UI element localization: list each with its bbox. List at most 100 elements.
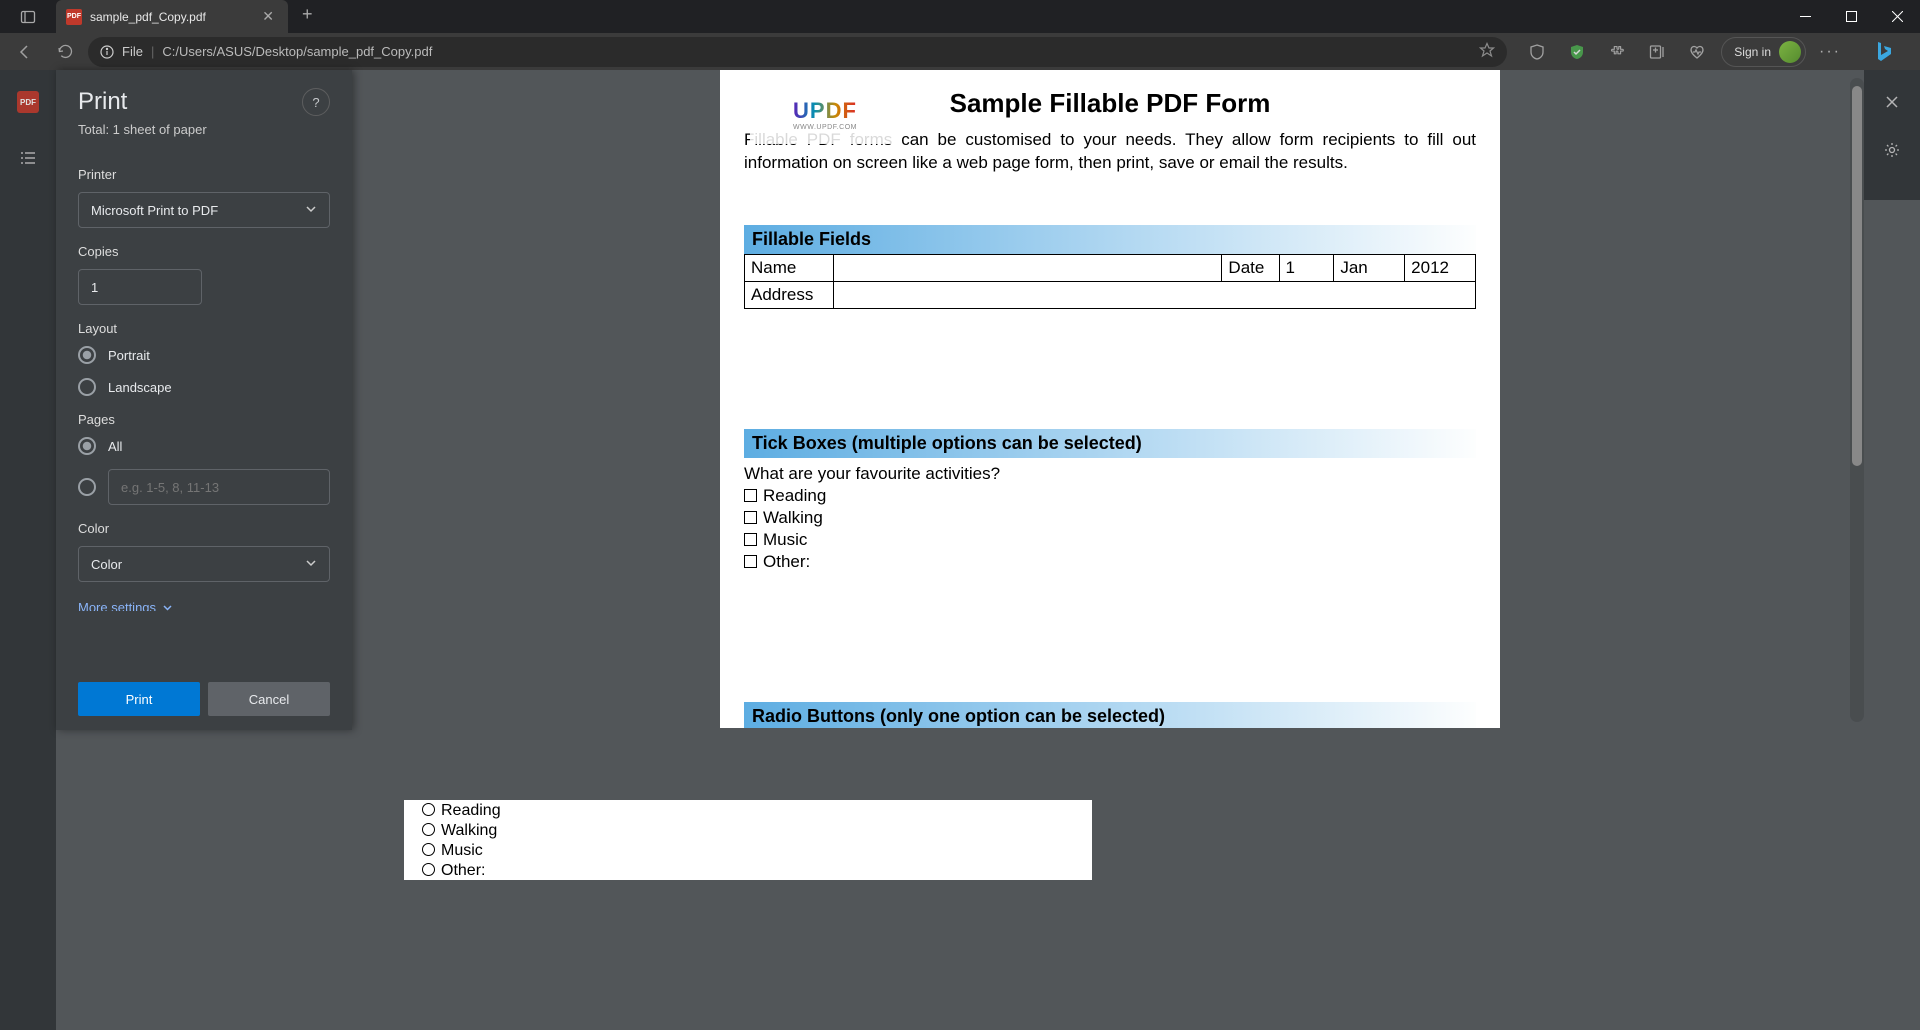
- close-icon[interactable]: [1878, 88, 1906, 116]
- site-info-icon[interactable]: [100, 45, 114, 59]
- toolbar-icons: Sign in ···: [1513, 31, 1912, 73]
- more-settings-toggle[interactable]: More settings: [78, 600, 330, 611]
- browser-tab[interactable]: PDF sample_pdf_Copy.pdf ✕: [56, 0, 288, 33]
- pdf-left-strip: PDF: [0, 70, 56, 1030]
- layout-portrait-radio[interactable]: Portrait: [78, 346, 330, 364]
- tab-close-button[interactable]: ✕: [258, 6, 278, 27]
- extensions-icon[interactable]: [1601, 36, 1633, 68]
- print-footer: Print Cancel: [78, 682, 330, 716]
- date-month-field[interactable]: Jan: [1334, 254, 1405, 281]
- checkbox-icon: [744, 555, 757, 568]
- main-area: PDF Print ? Total: 1 sheet of paper Prin…: [0, 70, 1920, 1030]
- bing-sidebar-icon[interactable]: [1862, 31, 1904, 73]
- radio-icon: [422, 843, 435, 856]
- adblock-shield-icon[interactable]: [1561, 36, 1593, 68]
- tracking-shield-icon[interactable]: [1521, 36, 1553, 68]
- radio-option-reading-overflow[interactable]: Reading: [422, 802, 1074, 820]
- radio-icon: [422, 823, 435, 836]
- page-preview-viewport[interactable]: UPDF WWW.UPDF.COM Sample Fillable PDF Fo…: [356, 70, 1864, 730]
- avatar-icon: [1779, 41, 1801, 63]
- color-select[interactable]: Color: [78, 546, 330, 582]
- radio-icon: [422, 863, 435, 876]
- print-button[interactable]: Print: [78, 682, 200, 716]
- window-controls: [1782, 0, 1920, 33]
- tick-option-walking[interactable]: Walking: [744, 508, 1476, 528]
- pages-label: Pages: [78, 412, 330, 427]
- name-field[interactable]: [834, 254, 1222, 281]
- layout-landscape-radio[interactable]: Landscape: [78, 378, 330, 396]
- fillable-table: Name Date 1 Jan 2012 Address: [744, 254, 1476, 309]
- cancel-button[interactable]: Cancel: [208, 682, 330, 716]
- updf-watermark: UPDF WWW.UPDF.COM: [750, 84, 900, 144]
- address-bar: File | C:/Users/ASUS/Desktop/sample_pdf_…: [0, 33, 1920, 70]
- tick-question: What are your favourite activities?: [744, 464, 1476, 484]
- date-day-field[interactable]: 1: [1279, 254, 1334, 281]
- copies-input[interactable]: [78, 269, 202, 305]
- minimize-button[interactable]: [1782, 0, 1828, 33]
- printer-label: Printer: [78, 167, 330, 182]
- checkbox-icon: [744, 489, 757, 502]
- tick-option-other[interactable]: Other:: [744, 552, 1476, 572]
- address-field[interactable]: [834, 281, 1476, 308]
- help-button[interactable]: ?: [302, 88, 330, 116]
- checkbox-icon: [744, 511, 757, 524]
- browser-titlebar: PDF sample_pdf_Copy.pdf ✕ +: [0, 0, 1920, 33]
- name-label: Name: [745, 254, 834, 281]
- radio-icon: [422, 803, 435, 816]
- chevron-down-icon: [305, 557, 317, 572]
- color-value: Color: [91, 557, 122, 572]
- section-fillable-header: Fillable Fields: [744, 225, 1476, 254]
- back-button[interactable]: [8, 36, 42, 68]
- date-year-field[interactable]: 2012: [1405, 254, 1476, 281]
- pages-range-input[interactable]: [108, 469, 330, 505]
- print-title: Print: [78, 88, 127, 116]
- print-dialog: Print ? Total: 1 sheet of paper Printer …: [56, 70, 352, 730]
- printer-select[interactable]: Microsoft Print to PDF: [78, 192, 330, 228]
- address-label: Address: [745, 281, 834, 308]
- radio-option-music-overflow[interactable]: Music: [422, 842, 1074, 860]
- url-separator: |: [151, 44, 154, 59]
- chevron-down-icon: [305, 203, 317, 218]
- gear-icon[interactable]: [1878, 136, 1906, 164]
- print-subtitle: Total: 1 sheet of paper: [56, 122, 352, 151]
- pdf-badge-icon[interactable]: PDF: [12, 86, 44, 118]
- pdf-right-strip: [1864, 70, 1920, 200]
- pdf-icon: PDF: [66, 9, 82, 25]
- wellness-icon[interactable]: [1681, 36, 1713, 68]
- section-tick-header: Tick Boxes (multiple options can be sele…: [744, 429, 1476, 458]
- url-path: C:/Users/ASUS/Desktop/sample_pdf_Copy.pd…: [162, 44, 432, 59]
- radio-option-walking-overflow[interactable]: Walking: [422, 822, 1074, 840]
- radio-checked-icon: [78, 437, 96, 455]
- pages-custom-radio[interactable]: [78, 478, 96, 496]
- preview-scrollbar[interactable]: [1850, 78, 1864, 722]
- url-field[interactable]: File | C:/Users/ASUS/Desktop/sample_pdf_…: [88, 37, 1507, 67]
- tab-actions-button[interactable]: [0, 0, 56, 33]
- refresh-button[interactable]: [48, 36, 82, 68]
- chevron-down-icon: [162, 602, 173, 611]
- tick-option-reading[interactable]: Reading: [744, 486, 1476, 506]
- close-window-button[interactable]: [1874, 0, 1920, 33]
- pages-all-radio[interactable]: All: [78, 437, 330, 455]
- collections-icon[interactable]: [1641, 36, 1673, 68]
- scrollbar-thumb[interactable]: [1852, 86, 1862, 466]
- section-radio-header: Radio Buttons (only one option can be se…: [744, 702, 1476, 728]
- print-settings-scroll[interactable]: Printer Microsoft Print to PDF Copies La…: [56, 151, 352, 611]
- new-tab-button[interactable]: +: [288, 0, 327, 29]
- more-menu-icon[interactable]: ···: [1814, 36, 1846, 68]
- radio-unchecked-icon: [78, 378, 96, 396]
- copies-label: Copies: [78, 244, 330, 259]
- signin-label: Sign in: [1734, 45, 1771, 59]
- tick-option-music[interactable]: Music: [744, 530, 1476, 550]
- contents-icon[interactable]: [12, 142, 44, 174]
- radio-option-other-overflow[interactable]: Other:: [422, 862, 1074, 880]
- maximize-button[interactable]: [1828, 0, 1874, 33]
- color-label: Color: [78, 521, 330, 536]
- favorite-star-icon[interactable]: [1479, 42, 1495, 61]
- radio-checked-icon: [78, 346, 96, 364]
- printer-value: Microsoft Print to PDF: [91, 203, 218, 218]
- layout-label: Layout: [78, 321, 330, 336]
- checkbox-icon: [744, 533, 757, 546]
- tab-title: sample_pdf_Copy.pdf: [90, 10, 250, 24]
- signin-button[interactable]: Sign in: [1721, 37, 1806, 67]
- overflow-page-content: Reading Walking Music Other:: [404, 800, 1092, 880]
